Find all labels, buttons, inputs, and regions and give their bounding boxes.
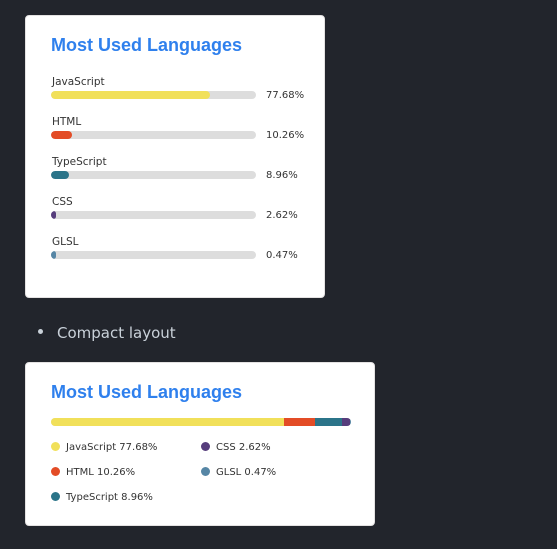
legend-label: GLSL 0.47% [216,467,277,478]
card-title: Most Used Languages [51,35,243,55]
stacked-bar-segment-html [284,418,315,426]
legend-label: CSS 2.62% [216,442,271,453]
bullet-dot-icon [38,329,43,334]
language-percent: 0.47% [266,250,298,261]
language-percent: 10.26% [266,130,305,141]
legend-dot-icon [51,491,60,501]
language-row-html: HTML 10.26% [51,116,311,154]
language-percent: 77.68% [266,90,305,101]
top-languages-card: Most Used Languages JavaScript 77.68% HT… [25,15,325,298]
language-percent: 2.62% [266,210,298,221]
progress-track [51,171,256,179]
legend-item-javascript: JavaScript 77.68% [51,441,158,454]
progress-track [51,251,256,259]
top-languages-compact-card: Most Used Languages JavaScript 77.68% HT… [25,362,375,526]
stacked-bar-segment-javascript [51,418,285,426]
progress-fill [51,251,56,259]
progress-track [51,91,256,99]
legend-item-glsl: GLSL 0.47% [201,466,277,479]
progress-fill [51,211,57,219]
legend-label: JavaScript 77.68% [66,442,158,453]
language-name: GLSL [52,236,79,248]
progress-fill [51,131,73,139]
legend-dot-icon [51,466,60,476]
bullet-text: Compact layout [57,324,176,342]
language-row-javascript: JavaScript 77.68% [51,76,311,114]
language-name: CSS [52,196,73,208]
stacked-bar-segment-typescript [314,418,342,426]
legend-item-typescript: TypeScript 8.96% [51,491,153,504]
stacked-bar-segment-glsl [349,418,351,426]
language-name: HTML [52,116,82,128]
legend-label: TypeScript 8.96% [66,492,153,503]
language-percent: 8.96% [266,170,298,181]
language-row-glsl: GLSL 0.47% [51,236,311,274]
stacked-bar-segment-css [341,418,350,426]
language-name: JavaScript [52,76,105,88]
legend-dot-icon [51,441,60,451]
legend-item-css: CSS 2.62% [201,441,271,454]
stacked-progress-bar [51,418,351,426]
legend-label: HTML 10.26% [66,467,136,478]
progress-fill [51,91,211,99]
legend-dot-icon [201,441,210,451]
progress-track [51,131,256,139]
legend-item-html: HTML 10.26% [51,466,136,479]
language-row-typescript: TypeScript 8.96% [51,156,311,194]
progress-fill [51,171,70,179]
card-title: Most Used Languages [51,382,243,402]
legend-dot-icon [201,466,210,476]
bullet-list-item: Compact layout [38,324,176,342]
language-row-css: CSS 2.62% [51,196,311,234]
language-name: TypeScript [52,156,107,168]
progress-track [51,211,256,219]
